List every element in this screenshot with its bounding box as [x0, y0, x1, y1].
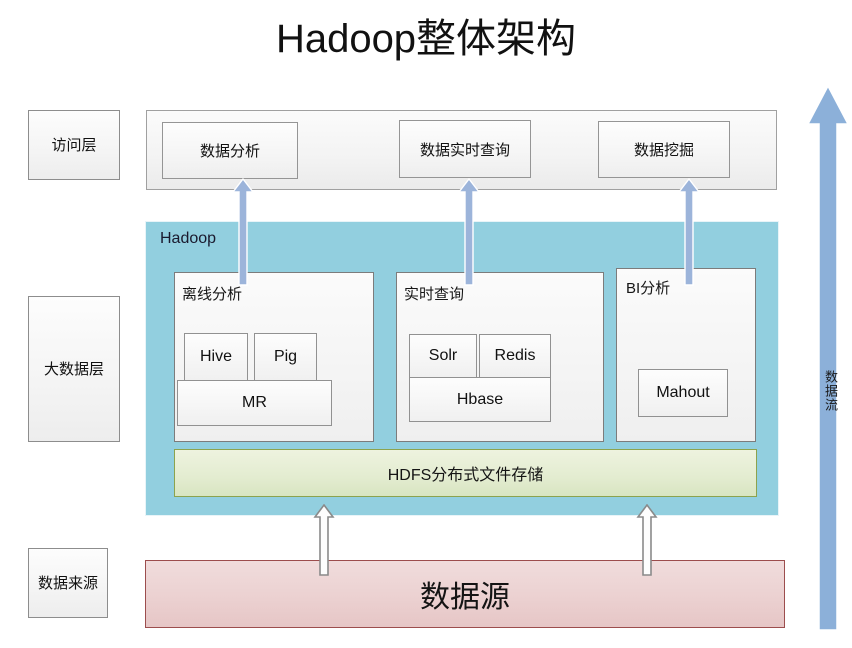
group-bi-analysis-title: BI分析	[626, 280, 671, 297]
tech-box-pig-label: Pig	[273, 348, 298, 365]
access-item-realtime-query[interactable]: 数据实时查询	[399, 120, 531, 178]
up-arrow-icon-offline-to-analysis	[232, 178, 254, 286]
tech-box-mr-label: MR	[242, 394, 267, 411]
tech-box-solr[interactable]: Solr	[409, 334, 477, 378]
data-flow-arrow-icon	[806, 84, 850, 632]
up-arrow-icon-source-to-hdfs-right	[636, 504, 658, 576]
tech-box-redis[interactable]: Redis	[479, 334, 551, 378]
hdfs-storage-bar[interactable]: HDFS分布式文件存储	[174, 449, 757, 497]
access-item-data-analysis-label: 数据分析	[199, 143, 260, 160]
tech-box-hive-label: Hive	[199, 348, 232, 365]
data-source-bar[interactable]: 数据源	[145, 560, 785, 628]
layer-label-access-text: 访问层	[51, 136, 97, 154]
tech-box-mr[interactable]: MR	[177, 380, 332, 426]
tech-box-hbase[interactable]: Hbase	[409, 377, 551, 422]
tech-box-redis-label: Redis	[494, 347, 536, 364]
layer-label-bigdata-text: 大数据层	[43, 360, 104, 378]
up-arrow-icon-bi-to-mining	[678, 178, 700, 286]
access-item-data-mining[interactable]: 数据挖掘	[598, 121, 730, 178]
layer-label-bigdata: 大数据层	[28, 296, 120, 442]
tech-box-hbase-label: Hbase	[456, 390, 504, 408]
layer-label-datasource: 数据来源	[28, 548, 108, 618]
access-item-realtime-query-label: 数据实时查询	[419, 141, 510, 159]
hdfs-storage-bar-label: HDFS分布式文件存储	[387, 467, 544, 484]
hadoop-container-label: Hadoop	[160, 230, 217, 247]
layer-label-access: 访问层	[28, 110, 120, 180]
group-offline-analysis-title: 离线分析	[182, 286, 243, 303]
data-flow-arrow-label: 数据流	[823, 370, 838, 412]
group-realtime-query-title: 实时查询	[404, 286, 465, 303]
tech-box-mahout[interactable]: Mahout	[638, 369, 728, 417]
up-arrow-icon-source-to-hdfs-left	[313, 504, 335, 576]
tech-box-pig[interactable]: Pig	[254, 333, 317, 381]
access-item-data-analysis[interactable]: 数据分析	[162, 122, 298, 179]
tech-box-solr-label: Solr	[428, 347, 458, 364]
page-title: Hadoop整体架构	[275, 17, 577, 61]
tech-box-mahout-label: Mahout	[656, 384, 710, 401]
data-source-bar-label: 数据源	[420, 581, 510, 614]
tech-box-hive[interactable]: Hive	[184, 333, 248, 381]
up-arrow-icon-realtime-to-query	[458, 178, 480, 286]
access-item-data-mining-label: 数据挖掘	[633, 142, 694, 159]
layer-label-datasource-text: 数据来源	[37, 574, 98, 592]
